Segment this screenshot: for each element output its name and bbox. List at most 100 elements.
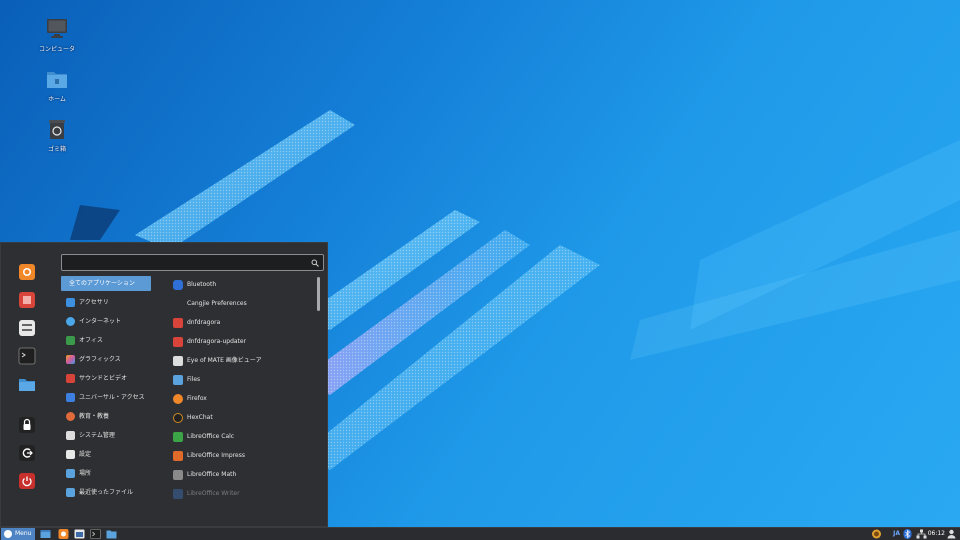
- category-all-applications[interactable]: 全てのアプリケーション: [61, 276, 151, 291]
- favorites-bar: [7, 255, 47, 520]
- app-hexchat[interactable]: HexChat: [169, 409, 309, 428]
- lock-icon: [19, 417, 35, 433]
- menu-search-box[interactable]: [61, 254, 324, 271]
- category-universal-access[interactable]: ユニバーサル・アクセス: [61, 390, 151, 409]
- internet-icon: [66, 317, 75, 326]
- app-libreoffice-math[interactable]: LibreOffice Math: [169, 466, 309, 485]
- desktop-icon-label: コンピュータ: [38, 46, 75, 53]
- home-folder-icon: [45, 68, 69, 90]
- show-desktop-icon[interactable]: [40, 529, 51, 539]
- app-libreoffice-writer[interactable]: LibreOffice Writer: [169, 485, 309, 504]
- favorite-files[interactable]: [17, 374, 37, 394]
- category-preferences[interactable]: 設定: [61, 447, 151, 466]
- accessibility-icon: [66, 393, 75, 402]
- update-notifier-icon[interactable]: [871, 529, 882, 539]
- power-icon: [19, 473, 35, 489]
- app-bluetooth[interactable]: Bluetooth: [169, 276, 309, 295]
- category-graphics[interactable]: グラフィックス: [61, 352, 151, 371]
- category-label: システム管理: [79, 432, 115, 439]
- category-label: オフィス: [79, 337, 103, 344]
- accessories-icon: [66, 298, 75, 307]
- favorite-software[interactable]: [17, 290, 37, 310]
- app-files[interactable]: Files: [169, 371, 309, 390]
- category-recent-files[interactable]: 最近使ったファイル: [61, 485, 151, 504]
- favorite-settings[interactable]: [17, 318, 37, 338]
- files-launcher-icon[interactable]: [106, 529, 117, 539]
- category-list: 全てのアプリケーション アクセサリ インターネット オフィス グラフィックス サ…: [61, 276, 151, 504]
- category-label: 教育・教養: [79, 413, 110, 420]
- category-sound-video[interactable]: サウンドとビデオ: [61, 371, 151, 390]
- preferences-icon: [66, 450, 75, 459]
- hexchat-icon: [173, 413, 183, 423]
- computer-icon: [45, 18, 69, 40]
- firefox-icon: [19, 264, 35, 280]
- software-icon: [19, 292, 35, 308]
- terminal-launcher-icon[interactable]: [90, 529, 101, 539]
- app-label: LibreOffice Impress: [187, 452, 245, 459]
- media-icon: [66, 374, 75, 383]
- terminal-icon: [18, 347, 36, 365]
- category-label: インターネット: [79, 318, 122, 325]
- dnfdragora-icon: [173, 318, 183, 328]
- app-label: LibreOffice Math: [187, 471, 237, 478]
- panel-clock[interactable]: 06:12: [928, 528, 945, 540]
- category-places[interactable]: 場所: [61, 466, 151, 485]
- bluetooth-tray-icon[interactable]: [902, 529, 913, 539]
- category-education[interactable]: 教育・教養: [61, 409, 151, 428]
- calc-icon: [173, 432, 183, 442]
- app-firefox[interactable]: Firefox: [169, 390, 309, 409]
- desktop-icon-home[interactable]: ホーム: [37, 68, 77, 103]
- firefox-launcher-icon[interactable]: [58, 529, 69, 539]
- window-list-icon[interactable]: [74, 529, 85, 539]
- bluetooth-icon: [173, 280, 183, 290]
- menu-button[interactable]: Menu: [1, 528, 35, 540]
- files-icon: [19, 379, 35, 391]
- lock-screen-button[interactable]: [17, 415, 37, 435]
- app-label: LibreOffice Calc: [187, 433, 235, 440]
- settings-icon: [19, 320, 35, 336]
- app-label: Firefox: [187, 395, 207, 402]
- app-dnfdragora-updater[interactable]: dnfdragora-updater: [169, 333, 309, 352]
- trash-icon: [45, 118, 69, 140]
- app-label: dnfdragora: [187, 319, 221, 326]
- bottom-panel: Menu JA 06:12: [0, 527, 960, 540]
- category-label: 設定: [79, 451, 92, 458]
- app-label: LibreOffice Writer: [187, 490, 240, 497]
- fedora-logo-icon: [4, 530, 12, 538]
- app-cangjie-preferences[interactable]: Cangjie Preferences: [169, 295, 309, 314]
- desktop-icon-label: ゴミ箱: [47, 146, 66, 153]
- category-accessories[interactable]: アクセサリ: [61, 295, 151, 314]
- dnfdragora-updater-icon: [173, 337, 183, 347]
- app-libreoffice-impress[interactable]: LibreOffice Impress: [169, 447, 309, 466]
- logout-icon: [19, 445, 35, 461]
- app-label: dnfdragora-updater: [187, 338, 247, 345]
- app-eye-of-mate[interactable]: Eye of MATE 画像ビューア: [169, 352, 309, 371]
- desktop-icon-trash[interactable]: ゴミ箱: [37, 118, 77, 153]
- education-icon: [66, 412, 75, 421]
- category-label: サウンドとビデオ: [79, 375, 128, 382]
- system-icon: [66, 431, 75, 440]
- category-internet[interactable]: インターネット: [61, 314, 151, 333]
- logout-button[interactable]: [17, 443, 37, 463]
- favorite-firefox[interactable]: [17, 262, 37, 282]
- favorite-terminal[interactable]: [17, 346, 37, 366]
- app-libreoffice-calc[interactable]: LibreOffice Calc: [169, 428, 309, 447]
- category-system-admin[interactable]: システム管理: [61, 428, 151, 447]
- category-label: 全てのアプリケーション: [69, 280, 135, 287]
- network-icon[interactable]: [916, 529, 927, 539]
- category-label: 最近使ったファイル: [79, 489, 134, 496]
- app-label: Cangjie Preferences: [187, 300, 247, 307]
- app-list-scrollbar[interactable]: [317, 277, 320, 311]
- menu-search-input[interactable]: [66, 256, 306, 269]
- desktop-icon-computer[interactable]: コンピュータ: [37, 18, 77, 53]
- app-dnfdragora[interactable]: dnfdragora: [169, 314, 309, 333]
- files-icon: [173, 375, 183, 385]
- category-office[interactable]: オフィス: [61, 333, 151, 352]
- shutdown-button[interactable]: [17, 471, 37, 491]
- math-icon: [173, 470, 183, 480]
- app-label: HexChat: [187, 414, 213, 421]
- input-method-indicator[interactable]: JA: [893, 528, 900, 540]
- user-session-icon[interactable]: [946, 529, 957, 539]
- recent-icon: [66, 488, 75, 497]
- desktop-icon-label: ホーム: [48, 96, 66, 103]
